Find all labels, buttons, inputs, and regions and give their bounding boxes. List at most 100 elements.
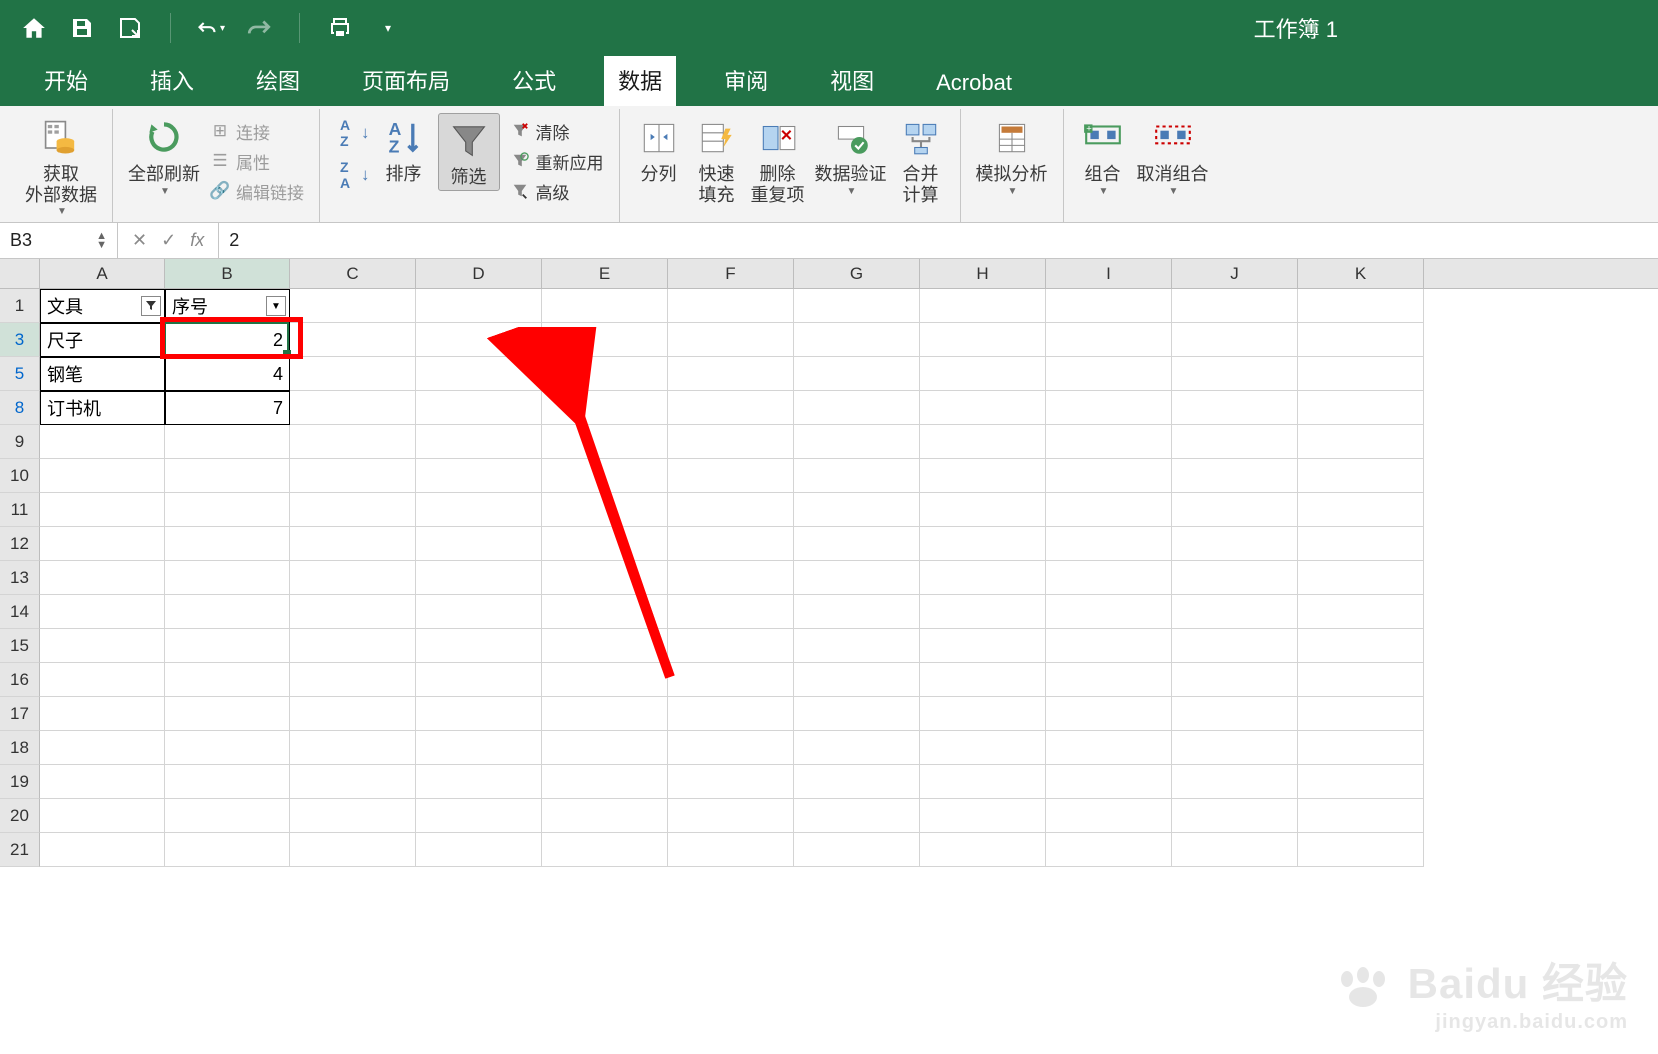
cell-E14[interactable] — [542, 595, 668, 629]
cell-I11[interactable] — [1046, 493, 1172, 527]
select-all-corner[interactable] — [0, 259, 40, 288]
cell-B20[interactable] — [165, 799, 290, 833]
column-header-K[interactable]: K — [1298, 259, 1424, 288]
row-header-9[interactable]: 9 — [0, 425, 40, 459]
cell-B10[interactable] — [165, 459, 290, 493]
cell-B3[interactable]: 2 — [165, 323, 290, 357]
cell-J20[interactable] — [1172, 799, 1298, 833]
cell-F18[interactable] — [668, 731, 794, 765]
filter-dropdown-A[interactable] — [141, 296, 161, 316]
cell-K20[interactable] — [1298, 799, 1424, 833]
row-header-15[interactable]: 15 — [0, 629, 40, 663]
row-header-14[interactable]: 14 — [0, 595, 40, 629]
cell-G11[interactable] — [794, 493, 920, 527]
cell-B21[interactable] — [165, 833, 290, 867]
redo-icon[interactable] — [245, 14, 273, 42]
sort-asc-button[interactable]: AZ ↓ — [335, 119, 370, 147]
cell-I9[interactable] — [1046, 425, 1172, 459]
flash-fill-button[interactable]: 快速 填充 — [693, 113, 741, 205]
clear-filter-button[interactable]: 清除 — [510, 117, 604, 145]
cell-A12[interactable] — [40, 527, 165, 561]
tab-data[interactable]: 数据 — [604, 56, 676, 106]
cell-A3[interactable]: 尺子 — [40, 323, 165, 357]
cell-C1[interactable] — [290, 289, 416, 323]
cell-C10[interactable] — [290, 459, 416, 493]
cell-G5[interactable] — [794, 357, 920, 391]
cell-K3[interactable] — [1298, 323, 1424, 357]
cell-D21[interactable] — [416, 833, 542, 867]
cell-K21[interactable] — [1298, 833, 1424, 867]
cell-J16[interactable] — [1172, 663, 1298, 697]
cell-D15[interactable] — [416, 629, 542, 663]
cell-F1[interactable] — [668, 289, 794, 323]
cell-I14[interactable] — [1046, 595, 1172, 629]
ungroup-button[interactable]: 取消组合 ▼ — [1137, 113, 1209, 197]
cell-J10[interactable] — [1172, 459, 1298, 493]
cell-F16[interactable] — [668, 663, 794, 697]
cell-G10[interactable] — [794, 459, 920, 493]
cell-F14[interactable] — [668, 595, 794, 629]
cell-G20[interactable] — [794, 799, 920, 833]
cell-B16[interactable] — [165, 663, 290, 697]
cell-reference-input[interactable] — [10, 230, 70, 251]
cell-D1[interactable] — [416, 289, 542, 323]
home-icon[interactable] — [20, 14, 48, 42]
cell-G13[interactable] — [794, 561, 920, 595]
cell-J17[interactable] — [1172, 697, 1298, 731]
cell-H15[interactable] — [920, 629, 1046, 663]
column-header-A[interactable]: A — [40, 259, 165, 288]
cell-H5[interactable] — [920, 357, 1046, 391]
cell-F20[interactable] — [668, 799, 794, 833]
group-button[interactable]: + 组合 ▼ — [1079, 113, 1127, 197]
cell-E20[interactable] — [542, 799, 668, 833]
cell-B11[interactable] — [165, 493, 290, 527]
cell-F21[interactable] — [668, 833, 794, 867]
column-header-J[interactable]: J — [1172, 259, 1298, 288]
cell-E3[interactable] — [542, 323, 668, 357]
row-header-20[interactable]: 20 — [0, 799, 40, 833]
cell-D17[interactable] — [416, 697, 542, 731]
consolidate-button[interactable]: 合并 计算 — [897, 113, 945, 205]
cell-C9[interactable] — [290, 425, 416, 459]
cell-H14[interactable] — [920, 595, 1046, 629]
sort-desc-button[interactable]: ZA ↓ — [335, 161, 370, 189]
save-as-icon[interactable] — [116, 14, 144, 42]
get-external-data-button[interactable]: 获取 外部数据 ▼ — [25, 113, 97, 217]
cell-H21[interactable] — [920, 833, 1046, 867]
connections-button[interactable]: ⊞ 连接 — [210, 117, 304, 145]
cell-C16[interactable] — [290, 663, 416, 697]
cancel-icon[interactable]: ✕ — [132, 230, 147, 251]
cell-B9[interactable] — [165, 425, 290, 459]
row-header-16[interactable]: 16 — [0, 663, 40, 697]
cell-I12[interactable] — [1046, 527, 1172, 561]
cell-K13[interactable] — [1298, 561, 1424, 595]
cell-E13[interactable] — [542, 561, 668, 595]
cell-F11[interactable] — [668, 493, 794, 527]
cell-J14[interactable] — [1172, 595, 1298, 629]
cell-D5[interactable] — [416, 357, 542, 391]
cell-E16[interactable] — [542, 663, 668, 697]
cell-A17[interactable] — [40, 697, 165, 731]
tab-home[interactable]: 开始 — [30, 56, 102, 106]
fx-icon[interactable]: fx — [190, 230, 204, 251]
cell-B12[interactable] — [165, 527, 290, 561]
cell-E1[interactable] — [542, 289, 668, 323]
cell-C11[interactable] — [290, 493, 416, 527]
cell-J19[interactable] — [1172, 765, 1298, 799]
cell-K1[interactable] — [1298, 289, 1424, 323]
row-header-5[interactable]: 5 — [0, 357, 40, 391]
cell-E10[interactable] — [542, 459, 668, 493]
cell-A15[interactable] — [40, 629, 165, 663]
cell-J13[interactable] — [1172, 561, 1298, 595]
cell-A19[interactable] — [40, 765, 165, 799]
cell-J9[interactable] — [1172, 425, 1298, 459]
cell-H16[interactable] — [920, 663, 1046, 697]
cell-E9[interactable] — [542, 425, 668, 459]
cell-H13[interactable] — [920, 561, 1046, 595]
cell-H18[interactable] — [920, 731, 1046, 765]
column-header-H[interactable]: H — [920, 259, 1046, 288]
column-header-D[interactable]: D — [416, 259, 542, 288]
cell-A14[interactable] — [40, 595, 165, 629]
cell-K17[interactable] — [1298, 697, 1424, 731]
cell-F8[interactable] — [668, 391, 794, 425]
